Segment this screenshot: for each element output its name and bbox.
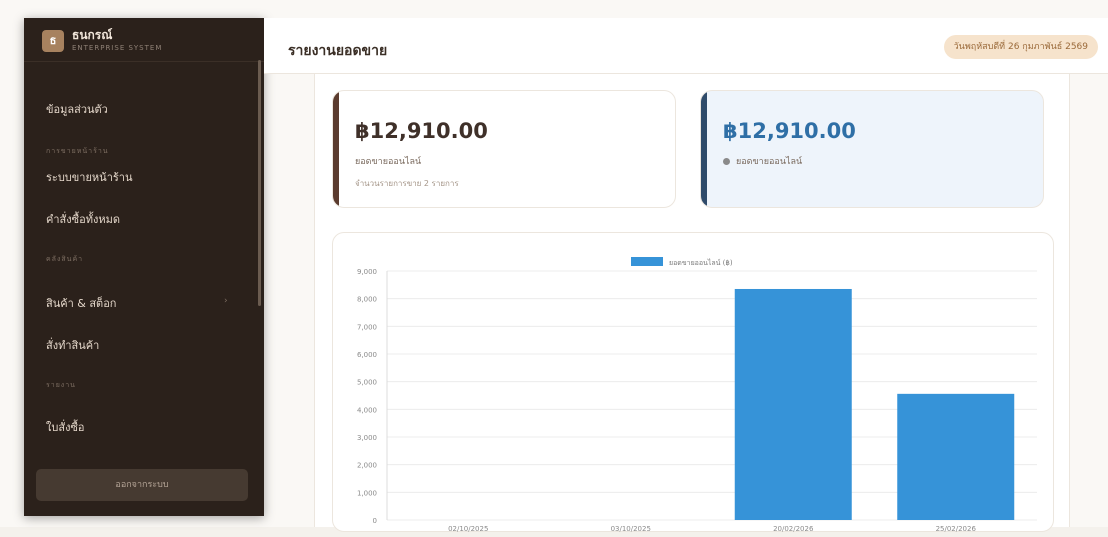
sales-chart-card: 0 1,000 2,000 3,000 4,000 5,000 6,000 7,000 8,00…	[332, 232, 1054, 533]
card-accent-bar	[701, 91, 707, 207]
sidebar-section-reports: รายงาน	[46, 381, 76, 389]
y-tick-label: 5,000	[357, 379, 377, 387]
card-label: ยอดขายออนไลน์	[355, 157, 422, 167]
y-tick-label: 0	[373, 517, 377, 525]
main-content: ฿12,910.00 ยอดขายออนไลน์ จำนวนรายการขาย …	[314, 74, 1070, 533]
bar	[734, 288, 852, 520]
sidebar-section-inventory: คลังสินค้า	[46, 255, 84, 263]
logout-button[interactable]: ออกจากระบบ	[36, 469, 248, 501]
sidebar-item-orders[interactable]: คำสั่งซื้อทั้งหมด	[46, 210, 120, 228]
page-header: รายงานยอดขาย วันพฤหัสบดีที่ 26 กุมภาพันธ…	[264, 18, 1108, 74]
sidebar-item-profile[interactable]: ข้อมูลส่วนตัว	[46, 100, 108, 118]
sidebar-item-made-to-order[interactable]: สั่งทำสินค้า	[46, 336, 99, 354]
page-title: รายงานยอดขาย	[288, 43, 388, 59]
summary-card-total: ฿12,910.00 ยอดขายออนไลน์ จำนวนรายการขาย …	[332, 90, 676, 208]
x-tick-label: 02/10/2025	[448, 525, 488, 533]
date-badge: วันพฤหัสบดีที่ 26 กุมภาพันธ์ 2569	[943, 35, 1098, 59]
chevron-right-icon[interactable]: ›	[224, 296, 228, 306]
card-label-text: ยอดขายออนไลน์	[736, 157, 803, 167]
sales-bar-chart: 0 1,000 2,000 3,000 4,000 5,000 6,000 7,000 8,00…	[357, 257, 1037, 533]
y-tick-label: 9,000	[357, 268, 377, 276]
brand-name: ธนกรณ์	[72, 28, 113, 42]
app-window: ธ ธนกรณ์ ENTERPRISE SYSTEM ข้อมูลส่วนตัว…	[0, 0, 1108, 533]
sidebar-item-purchase-orders[interactable]: ใบสั่งซื้อ	[46, 418, 85, 436]
sidebar-section-pos: การขายหน้าร้าน	[46, 147, 109, 155]
y-tick-label: 6,000	[357, 351, 377, 359]
bar	[897, 393, 1015, 520]
x-tick-label: 20/02/2026	[773, 525, 814, 533]
sidebar-item-products[interactable]: สินค้า & สต็อก	[46, 294, 116, 312]
brand: ธ ธนกรณ์ ENTERPRISE SYSTEM	[24, 18, 264, 62]
y-tick-label: 2,000	[357, 462, 377, 470]
legend-swatch	[631, 257, 663, 266]
sidebar-scrollbar[interactable]	[258, 60, 261, 306]
y-tick-label: 7,000	[357, 323, 377, 331]
sidebar-item-pos[interactable]: ระบบขายหน้าร้าน	[46, 168, 132, 186]
card-amount: ฿12,910.00	[723, 119, 856, 143]
y-tick-label: 1,000	[357, 489, 377, 497]
logo: ธ	[42, 30, 64, 52]
x-tick-label: 03/10/2025	[611, 525, 651, 533]
y-tick-label: 4,000	[357, 406, 377, 414]
card-accent-bar	[333, 91, 339, 207]
y-tick-label: 3,000	[357, 434, 377, 442]
card-label: ยอดขายออนไลน์	[723, 154, 802, 168]
sidebar: ธ ธนกรณ์ ENTERPRISE SYSTEM ข้อมูลส่วนตัว…	[24, 18, 264, 516]
status-dot-icon	[723, 158, 730, 165]
brand-subtitle: ENTERPRISE SYSTEM	[72, 44, 163, 52]
y-tick-label: 8,000	[357, 296, 377, 304]
card-subtext: จำนวนรายการขาย 2 รายการ	[355, 179, 459, 188]
summary-card-online: ฿12,910.00 ยอดขายออนไลน์	[700, 90, 1044, 208]
card-amount: ฿12,910.00	[355, 119, 488, 143]
legend-label: ยอดขายออนไลน์ (฿)	[669, 258, 733, 267]
x-tick-label: 25/02/2026	[936, 525, 977, 533]
